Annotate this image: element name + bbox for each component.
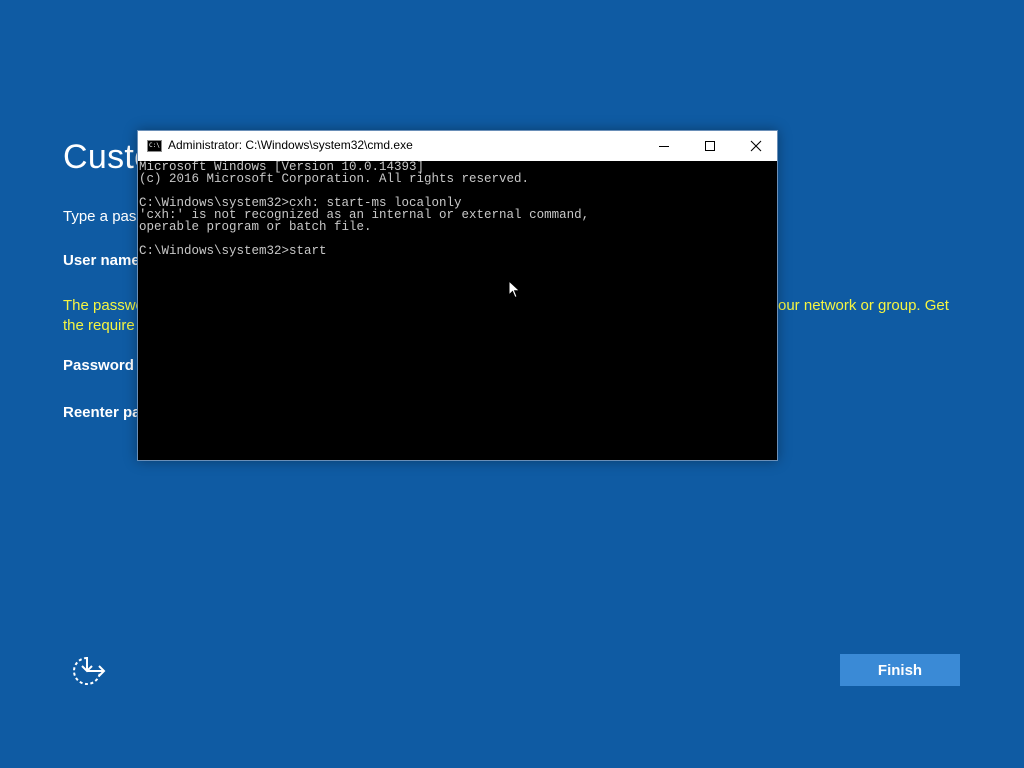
username-label: User name: [63, 252, 140, 269]
cmd-titlebar[interactable]: C:\ Administrator: C:\Windows\system32\c…: [138, 131, 777, 161]
reenter-password-label: Reenter pa: [63, 404, 141, 421]
cmd-app-icon[interactable]: C:\: [147, 140, 162, 152]
cmd-console[interactable]: Microsoft Windows [Version 10.0.14393] (c…: [138, 161, 777, 460]
minimize-icon: [659, 146, 669, 147]
password-warning-right: our network or group. Get: [778, 297, 949, 314]
cmd-app-icon-text: C:\: [149, 142, 160, 149]
console-line: (c) 2016 Microsoft Corporation. All righ…: [139, 172, 530, 186]
password-warning-left: The passwo the require: [63, 296, 144, 336]
mouse-cursor-icon: [508, 279, 522, 300]
console-line: operable program or batch file.: [139, 220, 372, 234]
cmd-window-title: Administrator: C:\Windows\system32\cmd.e…: [168, 138, 413, 152]
close-icon: [750, 140, 762, 152]
setup-instruction: Type a pass: [63, 208, 144, 225]
ease-of-access-icon[interactable]: [70, 654, 106, 688]
minimize-button[interactable]: [641, 131, 687, 161]
console-line: C:\Windows\system32>start: [139, 244, 327, 258]
maximize-icon: [705, 141, 715, 151]
cmd-window[interactable]: C:\ Administrator: C:\Windows\system32\c…: [137, 130, 778, 461]
close-button[interactable]: [733, 131, 779, 161]
password-label: Password: [63, 357, 134, 374]
password-warning-line-2: the require: [63, 317, 135, 334]
maximize-button[interactable]: [687, 131, 733, 161]
finish-button[interactable]: Finish: [840, 654, 960, 686]
password-warning-line-1: The passwo: [63, 297, 144, 314]
